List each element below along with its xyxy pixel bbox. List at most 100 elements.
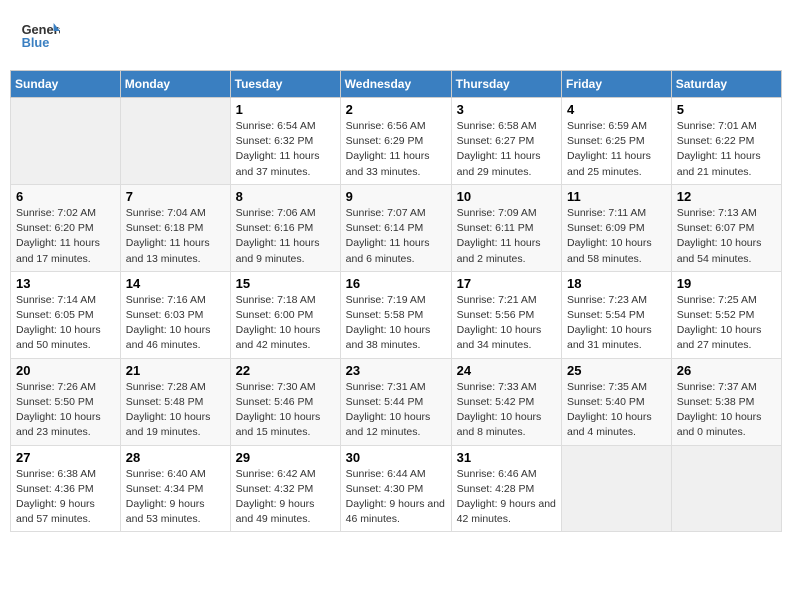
calendar-cell: 16 Sunrise: 7:19 AM Sunset: 5:58 PM Dayli… [340, 271, 451, 358]
day-info: Sunrise: 6:38 AM Sunset: 4:36 PM Dayligh… [16, 467, 115, 528]
calendar-cell: 12Sunrise: 7:13 AM Sunset: 6:07 PM Dayli… [671, 184, 781, 271]
day-info: Sunrise: 7:35 AM Sunset: 5:40 PM Dayligh… [567, 380, 666, 441]
calendar-cell: 27 Sunrise: 6:38 AM Sunset: 4:36 PM Dayli… [11, 445, 121, 532]
day-info: Sunrise: 7:37 AM Sunset: 5:38 PM Dayligh… [677, 380, 776, 441]
day-number: 14 [126, 276, 225, 291]
calendar-cell [120, 98, 230, 185]
day-number: 11 [567, 189, 666, 204]
day-info: Sunrise: 7:06 AM Sunset: 6:16 PM Dayligh… [236, 206, 335, 267]
calendar-cell: 23Sunrise: 7:31 AM Sunset: 5:44 PM Dayli… [340, 358, 451, 445]
calendar-cell: 11 Sunrise: 7:11 AM Sunset: 6:09 PM Dayli… [562, 184, 672, 271]
day-info: Sunrise: 7:14 AM Sunset: 6:05 PM Dayligh… [16, 293, 115, 354]
page-header: General Blue [10, 10, 782, 60]
day-number: 26 [677, 363, 776, 378]
day-number: 30 [346, 450, 446, 465]
calendar-cell: 26 Sunrise: 7:37 AM Sunset: 5:38 PM Dayli… [671, 358, 781, 445]
calendar-cell: 18Sunrise: 7:23 AM Sunset: 5:54 PM Dayli… [562, 271, 672, 358]
day-number: 22 [236, 363, 335, 378]
weekday-header-saturday: Saturday [671, 71, 781, 98]
calendar-cell: 24Sunrise: 7:33 AM Sunset: 5:42 PM Dayli… [451, 358, 561, 445]
day-info: Sunrise: 7:33 AM Sunset: 5:42 PM Dayligh… [457, 380, 556, 441]
weekday-header-monday: Monday [120, 71, 230, 98]
day-info: Sunrise: 7:11 AM Sunset: 6:09 PM Dayligh… [567, 206, 666, 267]
calendar-cell: 29 Sunrise: 6:42 AM Sunset: 4:32 PM Dayli… [230, 445, 340, 532]
day-number: 19 [677, 276, 776, 291]
day-number: 20 [16, 363, 115, 378]
calendar-cell: 1 Sunrise: 6:54 AM Sunset: 6:32 PM Daylig… [230, 98, 340, 185]
day-info: Sunrise: 7:04 AM Sunset: 6:18 PM Dayligh… [126, 206, 225, 267]
calendar-cell: 5 Sunrise: 7:01 AM Sunset: 6:22 PM Daylig… [671, 98, 781, 185]
day-info: Sunrise: 7:16 AM Sunset: 6:03 PM Dayligh… [126, 293, 225, 354]
day-info: Sunrise: 7:02 AM Sunset: 6:20 PM Dayligh… [16, 206, 115, 267]
weekday-header-tuesday: Tuesday [230, 71, 340, 98]
day-info: Sunrise: 7:26 AM Sunset: 5:50 PM Dayligh… [16, 380, 115, 441]
day-info: Sunrise: 7:21 AM Sunset: 5:56 PM Dayligh… [457, 293, 556, 354]
day-number: 7 [126, 189, 225, 204]
calendar-header-row: SundayMondayTuesdayWednesdayThursdayFrid… [11, 71, 782, 98]
day-number: 8 [236, 189, 335, 204]
day-number: 15 [236, 276, 335, 291]
weekday-header-friday: Friday [562, 71, 672, 98]
day-info: Sunrise: 6:44 AM Sunset: 4:30 PM Dayligh… [346, 467, 446, 528]
calendar-cell: 30 Sunrise: 6:44 AM Sunset: 4:30 PM Dayli… [340, 445, 451, 532]
day-info: Sunrise: 6:42 AM Sunset: 4:32 PM Dayligh… [236, 467, 335, 528]
calendar-cell [11, 98, 121, 185]
day-info: Sunrise: 7:18 AM Sunset: 6:00 PM Dayligh… [236, 293, 335, 354]
day-number: 29 [236, 450, 335, 465]
day-info: Sunrise: 7:09 AM Sunset: 6:11 PM Dayligh… [457, 206, 556, 267]
calendar-cell: 7 Sunrise: 7:04 AM Sunset: 6:18 PM Daylig… [120, 184, 230, 271]
calendar-cell: 10 Sunrise: 7:09 AM Sunset: 6:11 PM Dayli… [451, 184, 561, 271]
calendar-cell: 28Sunrise: 6:40 AM Sunset: 4:34 PM Dayli… [120, 445, 230, 532]
day-info: Sunrise: 7:25 AM Sunset: 5:52 PM Dayligh… [677, 293, 776, 354]
calendar-cell [671, 445, 781, 532]
calendar-cell: 2 Sunrise: 6:56 AM Sunset: 6:29 PM Daylig… [340, 98, 451, 185]
day-number: 1 [236, 102, 335, 117]
day-info: Sunrise: 7:13 AM Sunset: 6:07 PM Dayligh… [677, 206, 776, 267]
day-number: 16 [346, 276, 446, 291]
day-info: Sunrise: 6:59 AM Sunset: 6:25 PM Dayligh… [567, 119, 666, 180]
day-number: 17 [457, 276, 556, 291]
calendar-cell: 3 Sunrise: 6:58 AM Sunset: 6:27 PM Daylig… [451, 98, 561, 185]
weekday-header-thursday: Thursday [451, 71, 561, 98]
calendar-cell: 21Sunrise: 7:28 AM Sunset: 5:48 PM Dayli… [120, 358, 230, 445]
logo-icon: General Blue [20, 15, 60, 55]
day-number: 31 [457, 450, 556, 465]
calendar-cell: 22 Sunrise: 7:30 AM Sunset: 5:46 PM Dayli… [230, 358, 340, 445]
day-number: 5 [677, 102, 776, 117]
calendar-week-2: 6 Sunrise: 7:02 AM Sunset: 6:20 PM Daylig… [11, 184, 782, 271]
day-info: Sunrise: 7:07 AM Sunset: 6:14 PM Dayligh… [346, 206, 446, 267]
day-number: 2 [346, 102, 446, 117]
calendar-cell: 13Sunrise: 7:14 AM Sunset: 6:05 PM Dayli… [11, 271, 121, 358]
day-number: 6 [16, 189, 115, 204]
calendar-week-5: 27 Sunrise: 6:38 AM Sunset: 4:36 PM Dayli… [11, 445, 782, 532]
calendar-cell: 25 Sunrise: 7:35 AM Sunset: 5:40 PM Dayli… [562, 358, 672, 445]
logo: General Blue [20, 15, 64, 55]
day-number: 25 [567, 363, 666, 378]
calendar-cell: 15 Sunrise: 7:18 AM Sunset: 6:00 PM Dayli… [230, 271, 340, 358]
svg-text:Blue: Blue [22, 35, 50, 50]
day-info: Sunrise: 6:54 AM Sunset: 6:32 PM Dayligh… [236, 119, 335, 180]
day-info: Sunrise: 6:46 AM Sunset: 4:28 PM Dayligh… [457, 467, 556, 528]
day-info: Sunrise: 7:30 AM Sunset: 5:46 PM Dayligh… [236, 380, 335, 441]
day-info: Sunrise: 7:19 AM Sunset: 5:58 PM Dayligh… [346, 293, 446, 354]
day-number: 28 [126, 450, 225, 465]
day-number: 10 [457, 189, 556, 204]
day-number: 3 [457, 102, 556, 117]
calendar-cell: 17 Sunrise: 7:21 AM Sunset: 5:56 PM Dayli… [451, 271, 561, 358]
calendar-cell: 8 Sunrise: 7:06 AM Sunset: 6:16 PM Daylig… [230, 184, 340, 271]
day-info: Sunrise: 7:01 AM Sunset: 6:22 PM Dayligh… [677, 119, 776, 180]
calendar-cell: 9 Sunrise: 7:07 AM Sunset: 6:14 PM Daylig… [340, 184, 451, 271]
day-info: Sunrise: 7:23 AM Sunset: 5:54 PM Dayligh… [567, 293, 666, 354]
day-number: 23 [346, 363, 446, 378]
calendar-cell: 19 Sunrise: 7:25 AM Sunset: 5:52 PM Dayli… [671, 271, 781, 358]
calendar-cell: 14 Sunrise: 7:16 AM Sunset: 6:03 PM Dayli… [120, 271, 230, 358]
calendar-week-3: 13Sunrise: 7:14 AM Sunset: 6:05 PM Dayli… [11, 271, 782, 358]
day-number: 27 [16, 450, 115, 465]
calendar-cell: 31 Sunrise: 6:46 AM Sunset: 4:28 PM Dayli… [451, 445, 561, 532]
day-number: 21 [126, 363, 225, 378]
day-info: Sunrise: 6:56 AM Sunset: 6:29 PM Dayligh… [346, 119, 446, 180]
calendar-table: SundayMondayTuesdayWednesdayThursdayFrid… [10, 70, 782, 532]
calendar-cell [562, 445, 672, 532]
day-info: Sunrise: 6:58 AM Sunset: 6:27 PM Dayligh… [457, 119, 556, 180]
day-number: 9 [346, 189, 446, 204]
